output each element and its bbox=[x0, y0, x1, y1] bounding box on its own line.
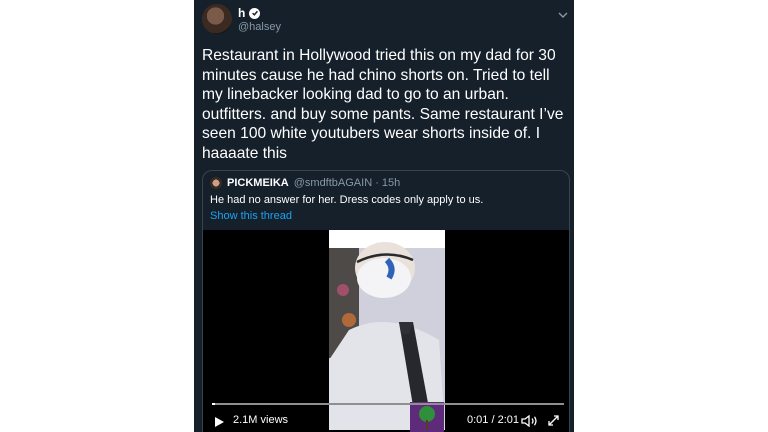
quoted-avatar bbox=[210, 177, 222, 189]
author-row: h bbox=[238, 6, 261, 20]
quoted-tweet[interactable]: PICKMEIKA @smdftbAGAIN · 15h He had no a… bbox=[202, 170, 570, 432]
avatar[interactable] bbox=[202, 4, 232, 34]
play-icon[interactable] bbox=[213, 415, 225, 432]
quoted-author-handle: @smdftbAGAIN · 15h bbox=[293, 177, 401, 189]
video-frame bbox=[329, 230, 445, 430]
tweet-card: h @halsey Restaurant in Hollywood tried … bbox=[194, 0, 574, 432]
author-handle[interactable]: @halsey bbox=[238, 21, 281, 33]
progress-fill bbox=[212, 403, 215, 405]
progress-bar[interactable] bbox=[212, 403, 564, 405]
volume-icon[interactable] bbox=[521, 414, 539, 432]
show-thread-link[interactable]: Show this thread bbox=[210, 210, 292, 222]
quoted-author-row: PICKMEIKA @smdftbAGAIN · 15h bbox=[210, 177, 400, 189]
video-player[interactable]: 2.1M views 0:01 / 2:01 bbox=[203, 230, 569, 432]
view-count: 2.1M views bbox=[233, 414, 289, 426]
quoted-text: He had no answer for her. Dress codes on… bbox=[210, 194, 484, 206]
author-name[interactable]: h bbox=[238, 6, 245, 20]
quoted-author-name: PICKMEIKA bbox=[227, 177, 289, 189]
video-time: 0:01 / 2:01 bbox=[467, 414, 519, 426]
video-frame-image bbox=[329, 242, 445, 430]
video-controls: 2.1M views 0:01 / 2:01 bbox=[203, 408, 569, 428]
tweet-text: Restaurant in Hollywood tried this on my… bbox=[202, 47, 564, 162]
chevron-down-icon[interactable] bbox=[558, 6, 568, 24]
verified-badge-icon bbox=[249, 7, 261, 19]
fullscreen-icon[interactable] bbox=[547, 414, 560, 432]
